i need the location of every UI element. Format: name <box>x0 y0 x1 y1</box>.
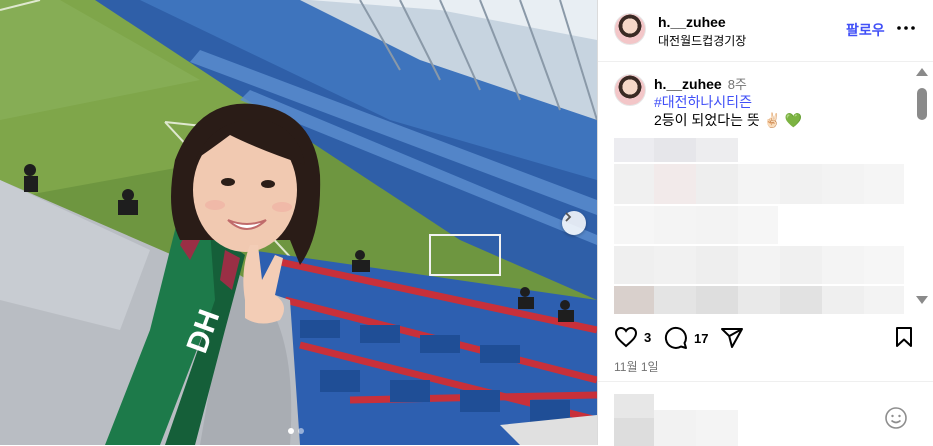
post-header: h.__zuhee 대전월드컵경기장 팔로우 <box>598 0 933 62</box>
heart-icon <box>614 326 638 348</box>
post-date[interactable]: 11월 1일 <box>614 358 659 375</box>
caption-hashtag[interactable]: #대전하나시티즌 <box>654 92 752 112</box>
comment-icon <box>664 326 687 349</box>
scrollbar-track <box>916 68 928 304</box>
like-count: 3 <box>644 329 652 345</box>
carousel-dot <box>298 428 304 434</box>
comment-input-area <box>598 381 933 446</box>
location-link[interactable]: 대전월드컵경기장 <box>658 32 746 49</box>
save-button[interactable] <box>894 326 914 348</box>
chevron-right-icon <box>565 212 572 222</box>
header-username[interactable]: h.__zuhee <box>658 14 726 30</box>
caption-username[interactable]: h.__zuhee <box>654 76 722 92</box>
share-icon <box>721 328 743 348</box>
post-side-panel: h.__zuhee 대전월드컵경기장 팔로우 h.__zuhee 8주 #대전하나… <box>597 0 933 446</box>
post-photo: DH <box>0 0 597 445</box>
carousel-dots <box>288 428 304 434</box>
follow-button[interactable]: 팔로우 <box>846 20 885 40</box>
caption-avatar[interactable] <box>614 74 646 106</box>
more-horizontal-icon <box>897 26 915 30</box>
comment-button[interactable]: 17 <box>664 326 708 350</box>
emoji-button[interactable] <box>884 406 908 435</box>
stadium-selfie-image: DH <box>0 0 597 445</box>
action-bar: 3 17 <box>598 322 933 354</box>
comments-scrollbar[interactable] <box>914 62 930 314</box>
carousel-next-button[interactable] <box>562 211 586 235</box>
caption-time[interactable]: 8주 <box>728 77 747 92</box>
carousel-dot-active <box>288 428 294 434</box>
emoji-icon <box>885 407 907 429</box>
like-button[interactable]: 3 <box>614 326 651 348</box>
caption-text: 2등이 되었다는 뜻 ✌🏻 💚 <box>654 112 803 128</box>
more-options-button[interactable] <box>894 18 918 38</box>
share-button[interactable] <box>720 326 744 350</box>
scroll-up-arrow[interactable] <box>916 68 928 76</box>
scroll-thumb[interactable] <box>917 88 927 120</box>
scroll-down-arrow[interactable] <box>916 296 928 304</box>
comments-area: h.__zuhee 8주 #대전하나시티즌 2등이 되었다는 뜻 ✌🏻 💚 <box>598 62 933 314</box>
caption-header: h.__zuhee 8주 <box>654 74 747 93</box>
comment-count: 17 <box>694 330 709 346</box>
bookmark-icon <box>896 327 912 347</box>
avatar[interactable] <box>614 13 646 45</box>
